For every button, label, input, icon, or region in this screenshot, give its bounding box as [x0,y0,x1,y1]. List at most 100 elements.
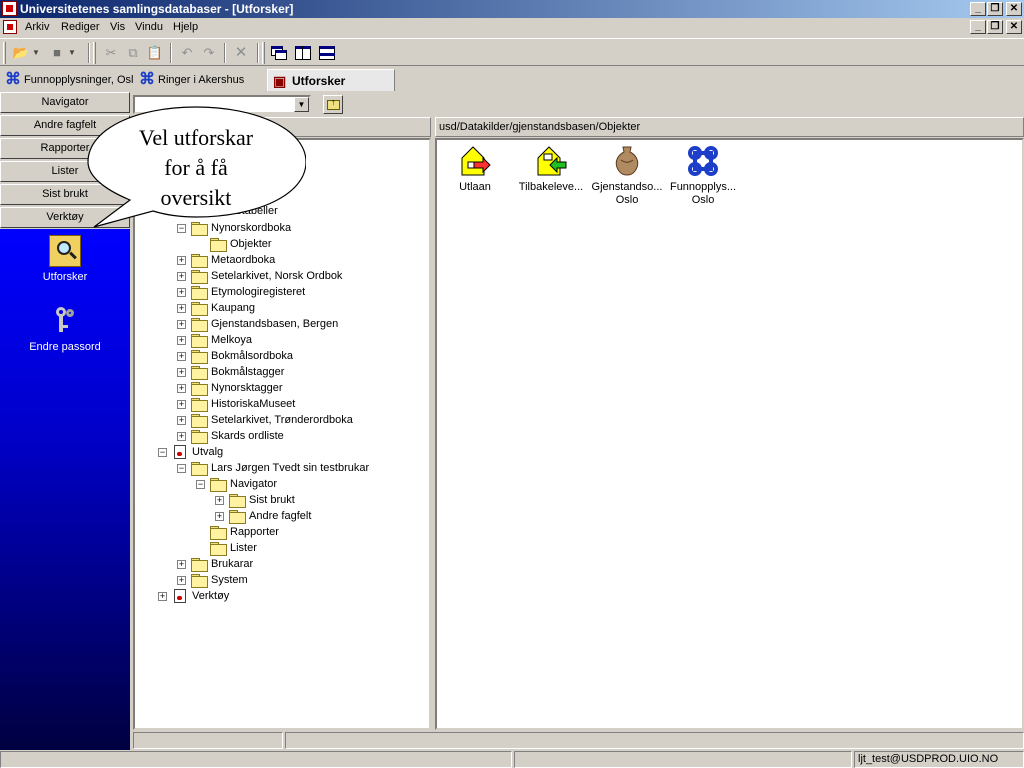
tool-endre-passord[interactable]: Endre passord [0,305,130,353]
menu-vis[interactable]: Vis [110,18,125,37]
expand-icon[interactable]: + [177,352,186,361]
folder-icon [191,270,208,284]
document-heart-icon [174,445,186,459]
tree-item-verktoy[interactable]: Verktøy [192,588,229,604]
folder-icon [210,526,227,540]
tab-ringer[interactable]: ⌘ Ringer i Akershus [134,69,264,91]
cut-icon[interactable]: ✂ [100,43,122,63]
tree-item[interactable]: Skards ordliste [211,428,284,444]
save-dropdown-icon[interactable]: ▼ [66,43,78,63]
tree-item[interactable]: System [211,572,248,588]
folder-icon [191,318,208,332]
expand-icon[interactable]: + [177,256,186,265]
expand-icon[interactable]: + [177,576,186,585]
list-item-utlaan[interactable]: Utlaan [437,144,513,194]
close-button[interactable]: ✕ [1006,2,1022,16]
expand-icon[interactable]: + [177,400,186,409]
tree-item[interactable]: Brukarar [211,556,253,572]
mdi-close-button[interactable]: ✕ [1006,20,1022,34]
folder-up-button[interactable]: ↑ [323,95,343,114]
menu-hjelp[interactable]: Hjelp [173,18,198,37]
expand-icon[interactable]: + [215,512,224,521]
app-icon[interactable] [2,1,17,16]
toolbar-handle-2[interactable] [93,42,96,64]
folder-icon [191,286,208,300]
tree-item[interactable]: Sist brukt [249,492,295,508]
tree-item[interactable]: Metaordboka [211,252,275,268]
menu-arkiv[interactable]: Arkiv [25,18,49,37]
restore-button[interactable]: ❐ [987,2,1003,16]
folder-icon [191,430,208,444]
tree-item[interactable]: Lister [230,540,257,556]
copy-icon[interactable]: ⧉ [122,43,144,63]
expand-icon[interactable]: + [177,272,186,281]
tree-item[interactable]: HistoriskaMuseet [211,396,295,412]
collapse-icon[interactable]: − [158,448,167,457]
tile-vertical-icon[interactable] [292,43,314,63]
folder-icon [191,302,208,316]
redo-icon[interactable]: ↷ [198,43,220,63]
expand-icon[interactable]: + [177,560,186,569]
tree-item[interactable]: Lars Jørgen Tvedt sin testbrukar [211,460,369,476]
folder-icon [191,334,208,348]
tree-item[interactable]: Bokmålstagger [211,364,284,380]
mdi-minimize-button[interactable]: _ [970,20,986,34]
minimize-button[interactable]: _ [970,2,986,16]
save-icon[interactable]: ■ [46,43,68,63]
tree-item[interactable]: Setelarkivet, Trønderordboka [211,412,353,428]
house-arrow-out-icon [458,144,492,178]
open-dropdown-icon[interactable]: ▼ [30,43,42,63]
tree-item-objekter[interactable]: Objekter [230,236,272,252]
tile-horizontal-icon[interactable] [316,43,338,63]
list-path-header: usd/Datakilder/gjenstandsbasen/Objekter [435,117,1024,137]
expand-icon[interactable]: + [177,384,186,393]
tree-item[interactable]: Nynorsktagger [211,380,283,396]
tree-item[interactable]: Navigator [230,476,277,492]
tree-item[interactable]: Bokmålsordboka [211,348,293,364]
tree-item[interactable]: Kaupang [211,300,255,316]
expand-icon[interactable]: + [177,336,186,345]
tooltip-balloon: Vel utforskar for å få oversikt [86,105,306,228]
collapse-icon[interactable]: − [196,480,205,489]
pane-status-left [133,732,283,749]
list-item-tilbakelevering[interactable]: Tilbakeleve... [513,144,589,194]
document-icon[interactable] [3,20,17,34]
toolbar-handle[interactable] [3,42,6,64]
folder-icon [191,462,208,476]
list-item-funnopplysninger-oslo[interactable]: Funnopplys... Oslo [665,144,741,207]
collapse-icon[interactable]: − [177,464,186,473]
tree-item[interactable]: Andre fagfelt [249,508,311,524]
undo-icon[interactable]: ↶ [176,43,198,63]
folder-icon [210,478,227,492]
expand-icon[interactable]: + [215,496,224,505]
document-tab-bar: ⌘ Funnopplysninger, Osl ⌘ Ringer i Akers… [0,68,1024,92]
tab-utforsker[interactable]: ▣ Utforsker [267,69,395,91]
expand-icon[interactable]: + [177,288,186,297]
tree-item[interactable]: Etymologiregisteret [211,284,305,300]
tree-item[interactable]: Gjenstandsbasen, Bergen [211,316,338,332]
balloon-line-3: oversikt [160,185,232,210]
expand-icon[interactable]: + [177,320,186,329]
tree-item-utvalg[interactable]: Utvalg [192,444,223,460]
paste-icon[interactable]: 📋 [144,43,166,63]
menu-rediger[interactable]: Rediger [61,18,100,37]
expand-icon[interactable]: + [177,432,186,441]
ring-knot-icon: ⌘ [5,71,21,88]
expand-icon[interactable]: + [177,304,186,313]
tree-item[interactable]: Melkoya [211,332,252,348]
cascade-windows-icon[interactable] [268,43,290,63]
mdi-restore-button[interactable]: ❐ [987,20,1003,34]
menu-vindu[interactable]: Vindu [135,18,163,37]
tree-item[interactable]: Rapporter [230,524,279,540]
toolbar-handle-3[interactable] [262,42,265,64]
delete-icon[interactable]: ✕ [230,43,252,63]
expand-icon[interactable]: + [177,416,186,425]
tab-funnopplysninger[interactable]: ⌘ Funnopplysninger, Osl [0,69,133,91]
list-view[interactable]: Utlaan Tilbakeleve... Gjenstandso... Osl… [435,138,1024,730]
tree-item[interactable]: Setelarkivet, Norsk Ordbok [211,268,342,284]
list-item-gjenstandsbasen-oslo[interactable]: Gjenstandso... Oslo [589,144,665,207]
expand-icon[interactable]: + [158,592,167,601]
open-folder-icon[interactable]: 📂 [10,43,32,63]
tool-utforsker[interactable]: Utforsker [0,235,130,283]
expand-icon[interactable]: + [177,368,186,377]
